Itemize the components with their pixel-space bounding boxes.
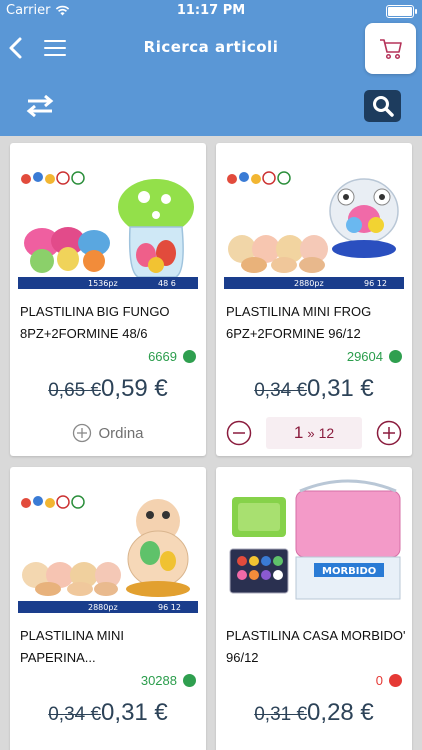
product-title: PLASTILINA BIG FUNGO 8PZ+2FORMINE 48/6 <box>20 304 170 341</box>
brand-logo <box>21 495 85 509</box>
order-button[interactable]: Ordina <box>10 423 206 443</box>
stock-status-dot <box>183 350 196 363</box>
product-card[interactable]: 1536pz 48 6 PLASTILINA BIG FUNGO 8PZ+2FO… <box>10 143 206 456</box>
status-bar: Carrier 11:17 PM <box>0 0 422 22</box>
stock-indicator: 30288 <box>141 673 196 688</box>
stock-count: 6669 <box>148 349 177 364</box>
stock-status-dot <box>389 350 402 363</box>
plus-circle-icon[interactable] <box>376 420 402 446</box>
battery-icon <box>386 5 417 18</box>
status-time: 11:17 PM <box>176 3 246 18</box>
product-title: PLASTILINA MINI FROG 6PZ+2FORMINE 96/12 <box>226 304 372 341</box>
brand-logo <box>227 171 291 185</box>
quantity-stepper: 1 » 12 <box>226 417 402 449</box>
stock-count: 0 <box>375 673 383 688</box>
brand-text: MORBIDO <box>322 566 376 577</box>
product-image: 2880pz 96 12 <box>18 495 198 613</box>
price: 0,34 €0,31 € <box>216 375 412 403</box>
price: 0,34 €0,31 € <box>10 699 206 727</box>
new-price: 0,31 € <box>307 375 374 402</box>
stock-status-dot <box>389 674 402 687</box>
minus-circle-icon[interactable] <box>226 420 252 446</box>
back-icon[interactable] <box>6 36 26 60</box>
old-price: 0,31 € <box>254 704 308 725</box>
product-card[interactable]: 2880pz 96 12 PLASTILINA MINI FROG 6PZ+2F… <box>216 143 412 456</box>
old-price: 0,65 € <box>48 380 102 401</box>
plus-circle-icon <box>73 423 92 443</box>
pack-info: 96 12 <box>364 279 387 288</box>
new-price: 0,31 € <box>101 699 168 726</box>
product-card[interactable]: 2880pz 96 12 PLASTILINA MINI PAPERINA...… <box>10 467 206 750</box>
stock-indicator: 6669 <box>148 349 196 364</box>
brand-logo <box>21 171 85 185</box>
product-image: 1536pz 48 6 <box>18 171 198 289</box>
cart-icon <box>379 38 402 59</box>
product-title: PLASTILINA MINI PAPERINA... <box>20 628 125 665</box>
price: 0,65 €0,59 € <box>10 375 206 403</box>
quantity-field[interactable]: 1 » 12 <box>266 417 362 449</box>
pack-text: 2880pz <box>88 603 118 612</box>
pack-text: 1536pz <box>88 279 118 288</box>
order-label: Ordina <box>98 424 144 442</box>
stock-status-dot <box>183 674 196 687</box>
stock-indicator: 0 <box>376 673 402 688</box>
page-title: Ricerca articoli <box>143 38 279 56</box>
product-title: PLASTILINA CASA MORBIDO' 96/12 <box>226 628 406 665</box>
new-price: 0,59 € <box>101 375 168 402</box>
price: 0,31 €0,28 € <box>216 699 412 727</box>
pack-info: 48 6 <box>158 279 176 288</box>
stock-indicator: 29604 <box>347 349 402 364</box>
swap-icon[interactable] <box>26 95 54 117</box>
search-icon <box>372 96 394 117</box>
quantity-multiple: 12 <box>318 425 335 441</box>
old-price: 0,34 € <box>254 380 308 401</box>
product-card[interactable]: MORBIDO PLASTILINA CASA MORBIDO' 96/12 0… <box>216 467 412 750</box>
product-image: 2880pz 96 12 <box>224 171 404 289</box>
product-image: MORBIDO <box>229 479 401 600</box>
cart-button[interactable] <box>365 23 416 74</box>
old-price: 0,34 € <box>48 704 102 725</box>
search-button[interactable] <box>364 90 401 122</box>
new-price: 0,28 € <box>307 699 374 726</box>
app-header: Carrier 11:17 PM Ricerca articoli <box>0 0 422 136</box>
menu-icon[interactable] <box>44 40 66 56</box>
pack-info: 96 12 <box>158 603 181 612</box>
pack-text: 2880pz <box>294 279 324 288</box>
stock-count: 30288 <box>140 673 177 688</box>
stock-count: 29604 <box>346 349 383 364</box>
quantity-value: 1 <box>293 423 304 442</box>
quantity-separator: » <box>307 425 315 441</box>
